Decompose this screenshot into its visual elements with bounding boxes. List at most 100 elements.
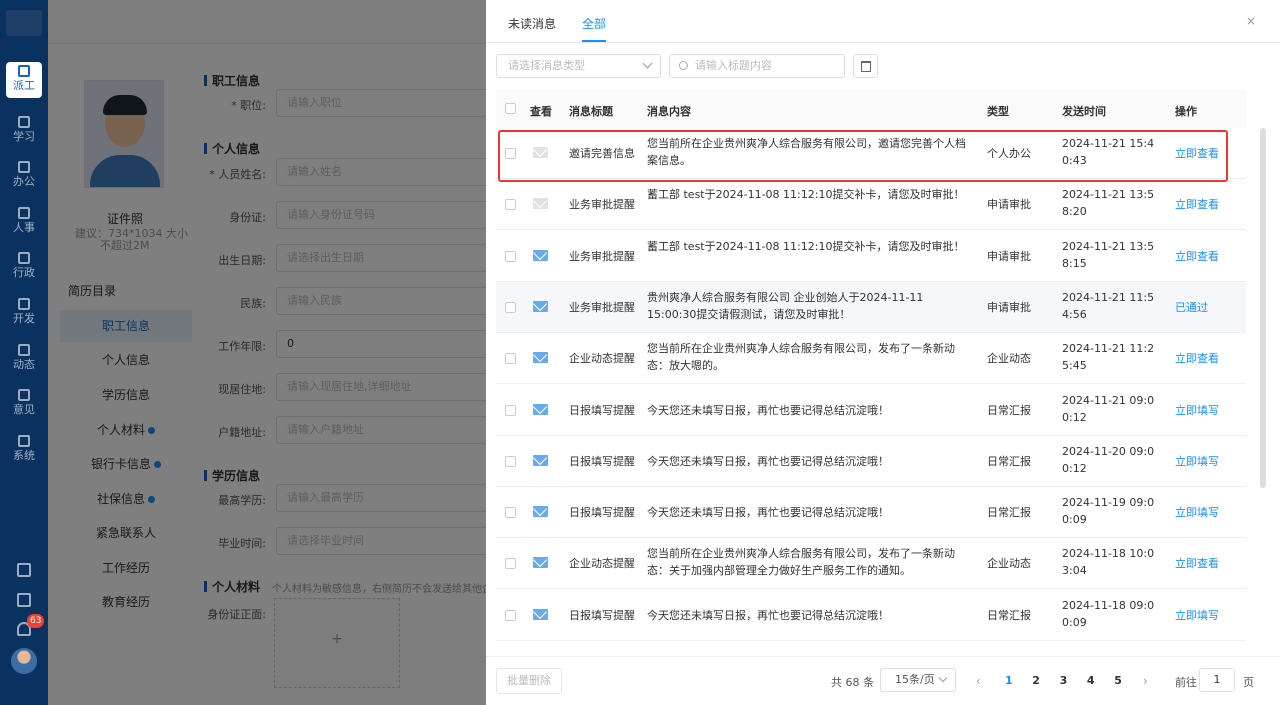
page-number[interactable]: 5 [1114,674,1122,687]
envelope-icon[interactable] [533,403,548,415]
next-page-icon[interactable]: › [1143,674,1148,688]
nav-item-4[interactable]: 行政 [0,249,48,289]
office-icon [18,161,30,173]
type-select-placeholder: 请选择消息类型 [508,59,585,72]
trash-icon [861,61,871,72]
row-action-link[interactable]: 已通过 [1175,299,1208,316]
row-checkbox[interactable] [505,507,516,519]
bell-badge: 63 [27,614,45,628]
nav-item-box: 动态 [6,341,42,377]
user-avatar[interactable] [11,648,37,674]
row-checkbox[interactable] [505,558,516,570]
active-tab-indicator [582,40,606,42]
row-action-link[interactable]: 立即填写 [1175,607,1219,624]
goto-page-input[interactable]: 1 [1199,668,1235,692]
row-action-link[interactable]: 立即填写 [1175,402,1219,419]
message-type: 申请审批 [987,249,1031,263]
nav-item-box: 意见 [6,386,42,422]
page-number[interactable]: 3 [1060,674,1068,687]
envelope-icon[interactable] [533,300,548,312]
message-type: 企业动态 [987,557,1031,571]
nav-item-5[interactable]: 开发 [0,295,48,335]
envelope-icon[interactable] [533,557,548,569]
table-header: 查看 消息标题 消息内容 类型 发送时间 操作 [496,90,1246,128]
nav-item-6[interactable]: 动态 [0,341,48,381]
envelope-icon[interactable] [533,249,548,261]
envelope-icon[interactable] [533,198,548,210]
nav-item-3[interactable]: 人事 [0,204,48,244]
table-row: 日报填写提醒 今天您还未填写日报，再忙也要记得总结沉淀哦！ 日常汇报 2024-11-… [496,589,1246,641]
message-time: 2024-11-21 11:25:45 [1062,342,1155,373]
row-action-link[interactable]: 立即查看 [1175,555,1219,572]
row-checkbox[interactable] [505,301,516,313]
nav-item-label: 行政 [13,266,35,279]
message-drawer: 未读消息 全部 × 请选择消息类型 请输入标题内容 查看 消息标题 消息内容 类… [486,0,1280,705]
tab-unread[interactable]: 未读消息 [508,15,556,32]
envelope-icon[interactable] [533,608,548,620]
message-type: 申请审批 [987,198,1031,212]
row-checkbox[interactable] [505,199,516,211]
col-action: 操作 [1175,105,1197,118]
row-checkbox[interactable] [505,455,516,467]
table-row: 企业动态提醒 您当前所在企业贵州爽净人综合服务有限公司，发布了一条新动态：关于加强… [496,538,1246,590]
message-content: 您当前所在企业贵州爽净人综合服务有限公司，发布了一条新动态：放大嗯的。 [647,342,955,373]
admin-icon [18,252,30,264]
message-type-select[interactable]: 请选择消息类型 [496,54,661,78]
envelope-icon[interactable] [533,352,548,364]
envelope-icon[interactable] [533,506,548,518]
nav-item-1[interactable]: 学习 [0,113,48,153]
row-checkbox[interactable] [505,404,516,416]
row-checkbox[interactable] [505,250,516,262]
message-type: 申请审批 [987,300,1031,314]
tab-all[interactable]: 全部 [582,15,606,32]
message-time: 2024-11-18 09:00:09 [1062,598,1155,629]
document-icon[interactable] [17,593,31,607]
row-checkbox[interactable] [505,609,516,621]
pagination-footer: 批量删除 共 68 条 15条/页 ‹ 1 2 3 4 5 › 前往 1 页 [486,656,1280,705]
nav-item-label: 系统 [13,449,35,462]
prev-page-icon[interactable]: ‹ [976,674,981,688]
title-search-input[interactable]: 请输入标题内容 [669,54,845,78]
nav-item-box: 行政 [6,249,42,285]
nav-item-label: 动态 [13,358,35,371]
clear-filter-button[interactable] [853,54,878,78]
nav-item-8[interactable]: 系统 [0,432,48,472]
nav-item-7[interactable]: 意见 [0,386,48,426]
message-title: 业务审批提醒 [569,300,635,314]
select-all-checkbox[interactable] [505,103,516,114]
table-row: 业务审批提醒 蓄工部 test于2024-11-08 11:12:10提交补卡，请… [496,179,1246,231]
row-action-link[interactable]: 立即填写 [1175,504,1219,521]
system-icon [18,435,30,447]
col-view: 查看 [530,105,552,118]
col-content: 消息内容 [647,105,691,118]
message-time: 2024-11-19 09:00:09 [1062,496,1155,527]
message-title: 企业动态提醒 [569,352,635,366]
page-number[interactable]: 1 [1005,674,1013,687]
page-number[interactable]: 4 [1087,674,1095,687]
phone-icon[interactable] [17,563,31,577]
message-content: 蓄工部 test于2024-11-08 11:12:10提交补卡，请您及时审批！ [647,239,965,253]
row-action-link[interactable]: 立即查看 [1175,350,1219,367]
row-action-link[interactable]: 立即填写 [1175,453,1219,470]
nav-item-box: 学习 [6,113,42,149]
envelope-icon[interactable] [533,454,548,466]
table-row: 业务审批提醒 蓄工部 test于2024-11-08 11:12:10提交补卡，请… [496,230,1246,282]
message-title: 日报填写提醒 [569,454,635,468]
message-title: 日报填写提醒 [569,608,635,622]
book-icon [18,116,30,128]
table-scrollbar[interactable] [1260,128,1266,488]
nav-item-0[interactable]: 派工 [0,62,48,102]
row-action-link[interactable]: 立即查看 [1175,196,1219,213]
batch-delete-button[interactable]: 批量删除 [496,668,562,694]
table-row: 企业动态提醒 您当前所在企业贵州爽净人综合服务有限公司，发布了一条新动态：放大嗯的… [496,333,1246,385]
page-number[interactable]: 2 [1032,674,1040,687]
message-title: 企业动态提醒 [569,557,635,571]
message-title: 日报填写提醒 [569,506,635,520]
row-checkbox[interactable] [505,353,516,365]
nav-item-2[interactable]: 办公 [0,158,48,198]
close-icon[interactable]: × [1246,14,1256,28]
row-action-link[interactable]: 立即查看 [1175,248,1219,265]
highlight-box [498,130,1228,182]
page-size-select[interactable]: 15条/页 [880,668,956,692]
message-content: 蓄工部 test于2024-11-08 11:12:10提交补卡，请您及时审批！ [647,188,965,202]
